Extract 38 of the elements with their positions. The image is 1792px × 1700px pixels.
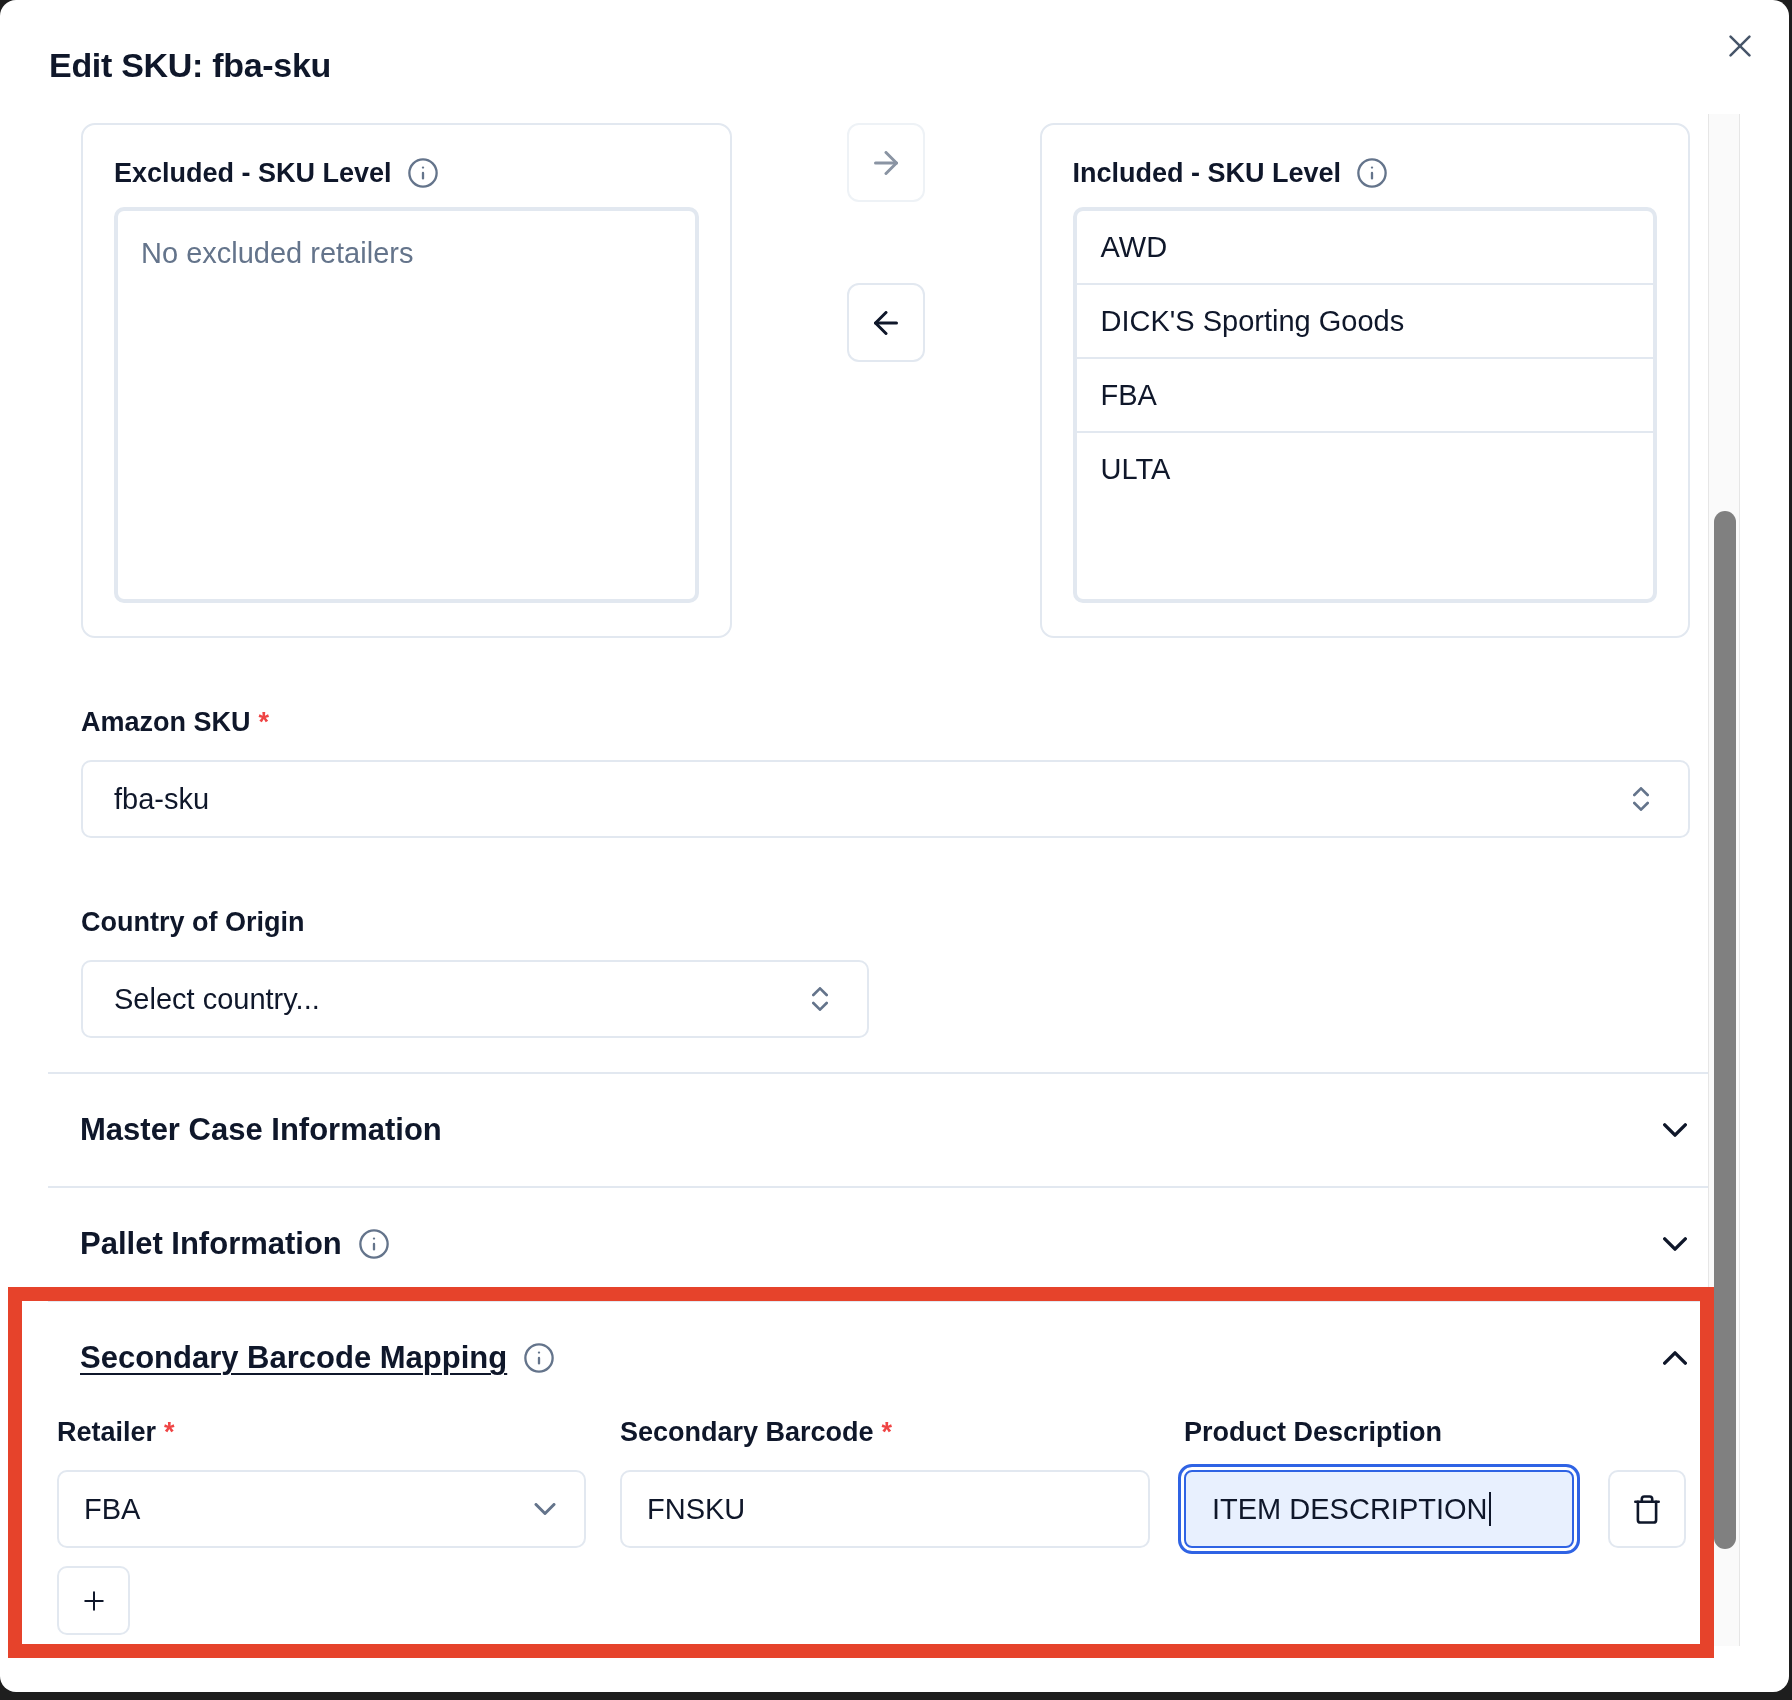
column-label: Secondary Barcode * (620, 1416, 894, 1449)
plus-icon[interactable] (83, 1590, 104, 1611)
accordion-header[interactable]: Pallet Information (48, 1186, 1708, 1300)
text-input[interactable]: FNSKU (620, 1470, 1150, 1548)
scrollbar-thumb[interactable] (1714, 511, 1736, 1549)
info-icon[interactable] (358, 1229, 389, 1259)
trash-icon[interactable] (1634, 1494, 1660, 1524)
delete-row-button[interactable] (1608, 1470, 1686, 1548)
list-item[interactable]: AWD (1076, 211, 1653, 285)
list-item[interactable]: FBA (1076, 359, 1653, 433)
move-left-button[interactable] (846, 283, 925, 362)
close-icon[interactable] (1729, 35, 1751, 57)
column-label: Product Description (1184, 1416, 1444, 1449)
chevrons-up-down-icon[interactable] (812, 987, 828, 1011)
field-label: Country of Origin (81, 906, 306, 939)
retailer-select[interactable]: FBA (57, 1470, 586, 1548)
info-icon[interactable] (1357, 158, 1388, 188)
chevrons-up-down-icon[interactable] (1633, 787, 1649, 811)
arrow-left-icon[interactable] (873, 310, 898, 335)
combobox-field[interactable]: Select country... (81, 960, 869, 1038)
text-cursor-icon (1488, 1492, 1491, 1526)
info-icon[interactable] (407, 158, 438, 188)
list-item[interactable]: DICK'S Sporting Goods (1076, 285, 1653, 359)
list-item[interactable]: ULTA (1076, 433, 1653, 505)
column-label: Retailer * (57, 1416, 176, 1449)
dialog-title: Edit SKU: fba-sku (49, 45, 332, 86)
accordion-header[interactable]: Secondary Barcode Mapping (48, 1300, 1708, 1414)
accordion-header[interactable]: Master Case Information (48, 1072, 1708, 1186)
focused-text-input[interactable]: ITEM DESCRIPTION (1178, 1464, 1580, 1554)
empty-message: No excluded retailers (140, 236, 415, 271)
chevron-down-icon[interactable] (1663, 1123, 1687, 1137)
list-title: Excluded - SKU Level (114, 157, 392, 190)
info-icon[interactable] (524, 1343, 555, 1373)
field-label: Amazon SKU * (81, 706, 271, 739)
chevron-down-icon[interactable] (1663, 1237, 1687, 1251)
combobox-field[interactable]: fba-sku (81, 760, 1690, 838)
list-title: Included - SKU Level (1072, 157, 1342, 190)
chevron-up-icon[interactable] (1663, 1351, 1687, 1365)
